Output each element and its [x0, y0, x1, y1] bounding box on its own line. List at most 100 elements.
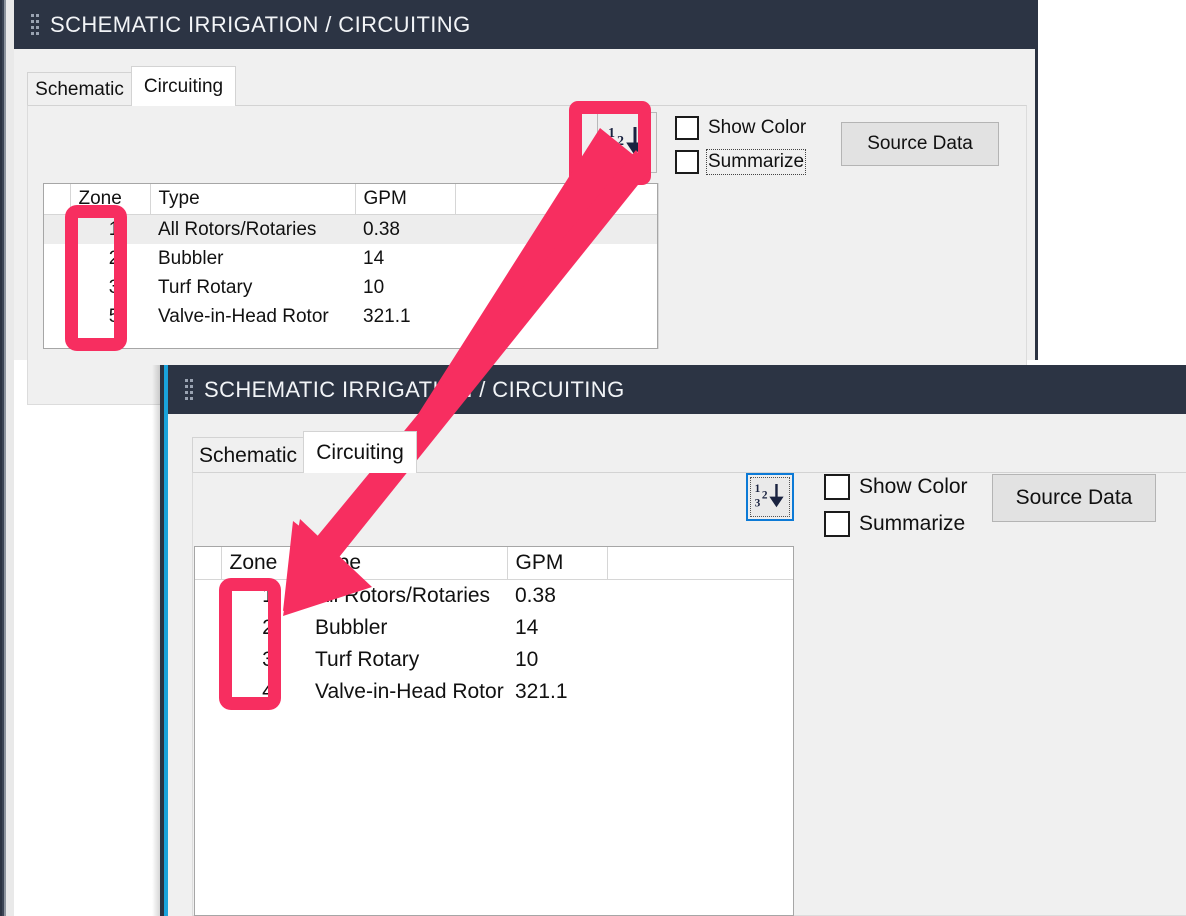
- cell-filler: [455, 302, 657, 331]
- source-data-button[interactable]: Source Data: [992, 474, 1156, 522]
- table-row[interactable]: 2 Bubbler 14: [195, 612, 793, 644]
- table-row[interactable]: 1 All Rotors/Rotaries 0.38: [44, 214, 657, 244]
- cell-filler: [607, 579, 793, 612]
- table-row[interactable]: 3 Turf Rotary 10: [44, 273, 657, 302]
- circuit-grid-2[interactable]: Zone Type GPM 1 All Rotors/Rotaries 0.38: [195, 547, 793, 708]
- show-color-label: Show Color: [708, 117, 807, 138]
- summarize-checkbox[interactable]: [824, 511, 850, 537]
- grid-header-select[interactable]: [44, 184, 71, 215]
- cell-zone: 1: [221, 579, 307, 612]
- grid-header-type[interactable]: Type: [150, 184, 356, 215]
- window-1-right-border: [1035, 0, 1038, 360]
- drag-grip-icon[interactable]: [31, 14, 39, 35]
- window-1-grid-panel[interactable]: Zone Type GPM 1 All Rotors/Rotaries 0.38: [43, 183, 658, 349]
- svg-text:1: 1: [755, 483, 761, 495]
- row-selector[interactable]: [44, 244, 70, 273]
- cell-type: All Rotors/Rotaries: [307, 579, 507, 612]
- row-selector[interactable]: [195, 612, 221, 644]
- cell-filler: [455, 244, 657, 273]
- table-row[interactable]: 4 Valve-in-Head Rotor 321.1: [195, 676, 793, 708]
- summarize-label: Summarize: [705, 149, 807, 175]
- cell-gpm: 321.1: [507, 676, 607, 708]
- grid-body-1: 1 All Rotors/Rotaries 0.38 2 Bubbler 14: [44, 214, 657, 331]
- window-2-titlebar[interactable]: SCHEMATIC IRRIGATION / CIRCUITING: [168, 365, 1186, 414]
- cell-zone: 5: [70, 302, 150, 331]
- tab-circuiting[interactable]: Circuiting: [131, 66, 236, 106]
- svg-text:3: 3: [755, 498, 761, 510]
- cell-zone: 2: [221, 612, 307, 644]
- row-selector[interactable]: [195, 676, 221, 708]
- cell-type: All Rotors/Rotaries: [150, 214, 355, 244]
- cell-gpm: 14: [355, 244, 455, 273]
- grid-header-filler: [607, 547, 793, 580]
- tab-schematic-label: Schematic: [35, 78, 124, 100]
- table-row[interactable]: 1 All Rotors/Rotaries 0.38: [195, 579, 793, 612]
- svg-text:3: 3: [608, 144, 615, 159]
- cell-filler: [455, 214, 657, 244]
- tab-schematic-label: Schematic: [198, 443, 298, 467]
- source-data-label: Source Data: [867, 133, 973, 154]
- summarize-checkbox-row[interactable]: Summarize: [824, 511, 965, 537]
- window-1-titlebar[interactable]: SCHEMATIC IRRIGATION / CIRCUITING: [14, 0, 1038, 49]
- window-2-tabstrip[interactable]: Schematic Circuiting: [192, 431, 472, 473]
- window-2[interactable]: SCHEMATIC IRRIGATION / CIRCUITING Schema…: [160, 365, 1186, 916]
- table-row[interactable]: 5 Valve-in-Head Rotor 321.1: [44, 302, 657, 331]
- window-1[interactable]: SCHEMATIC IRRIGATION / CIRCUITING Schema…: [14, 0, 1038, 405]
- show-color-checkbox[interactable]: [824, 474, 850, 500]
- source-data-button[interactable]: Source Data: [841, 122, 999, 166]
- table-row[interactable]: 3 Turf Rotary 10: [195, 644, 793, 676]
- cell-zone: 4: [221, 676, 307, 708]
- summarize-checkbox-row[interactable]: Summarize: [675, 149, 807, 175]
- cell-gpm: 14: [507, 612, 607, 644]
- cell-type: Turf Rotary: [307, 644, 507, 676]
- cell-type: Bubbler: [150, 244, 355, 273]
- summarize-checkbox[interactable]: [675, 150, 699, 174]
- window-2-grid-panel[interactable]: Zone Type GPM 1 All Rotors/Rotaries 0.38: [194, 546, 794, 916]
- grid-header-gpm[interactable]: GPM: [355, 184, 456, 215]
- show-color-checkbox-row[interactable]: Show Color: [675, 116, 806, 140]
- grid-header-zone[interactable]: Zone: [221, 547, 308, 580]
- cell-type: Bubbler: [307, 612, 507, 644]
- cell-zone: 3: [70, 273, 150, 302]
- source-data-label: Source Data: [1015, 486, 1133, 509]
- sort-ascending-button[interactable]: 1 2 3: [597, 112, 657, 173]
- table-row[interactable]: 2 Bubbler 14: [44, 244, 657, 273]
- drag-grip-icon[interactable]: [185, 379, 193, 400]
- cell-type: Valve-in-Head Rotor: [307, 676, 507, 708]
- grid-header-filler: [455, 184, 657, 215]
- row-selector[interactable]: [195, 579, 221, 612]
- window-1-title: SCHEMATIC IRRIGATION / CIRCUITING: [50, 11, 471, 37]
- sort-ascending-button[interactable]: 1 2 3: [746, 473, 794, 521]
- circuit-grid-1[interactable]: Zone Type GPM 1 All Rotors/Rotaries 0.38: [44, 184, 657, 331]
- svg-text:1: 1: [608, 126, 615, 141]
- cell-filler: [607, 644, 793, 676]
- cell-zone: 1: [70, 214, 150, 244]
- grid-header-gpm[interactable]: GPM: [507, 547, 608, 580]
- show-color-checkbox-row[interactable]: Show Color: [824, 474, 968, 500]
- window-2-title: SCHEMATIC IRRIGATION / CIRCUITING: [204, 376, 625, 402]
- screenshot-canvas: SCHEMATIC IRRIGATION / CIRCUITING Schema…: [0, 0, 1186, 916]
- row-selector[interactable]: [195, 644, 221, 676]
- grid-header-select[interactable]: [195, 547, 222, 580]
- window-1-client-area: Schematic Circuiting 1 2 3 Show Color Su…: [17, 49, 1035, 405]
- cell-gpm: 321.1: [355, 302, 455, 331]
- row-selector[interactable]: [44, 273, 70, 302]
- grid-header-type[interactable]: Type: [307, 547, 508, 580]
- cell-gpm: 10: [355, 273, 455, 302]
- cell-gpm: 0.38: [507, 579, 607, 612]
- tab-circuiting-label: Circuiting: [316, 440, 404, 464]
- row-selector[interactable]: [44, 302, 70, 331]
- cell-filler: [455, 273, 657, 302]
- show-color-checkbox[interactable]: [675, 116, 699, 140]
- window-1-tabstrip[interactable]: Schematic Circuiting: [27, 66, 287, 106]
- tab-schematic[interactable]: Schematic: [192, 437, 304, 473]
- grid-header-row: Zone Type GPM: [44, 184, 657, 215]
- cell-gpm: 0.38: [355, 214, 455, 244]
- row-selector[interactable]: [44, 214, 70, 244]
- grid-header-zone[interactable]: Zone: [70, 184, 151, 215]
- tab-schematic[interactable]: Schematic: [27, 72, 132, 106]
- show-color-label: Show Color: [859, 475, 968, 498]
- grid-body-2: 1 All Rotors/Rotaries 0.38 2 Bubbler 14: [195, 579, 793, 708]
- svg-text:2: 2: [762, 490, 768, 502]
- tab-circuiting[interactable]: Circuiting: [303, 431, 417, 473]
